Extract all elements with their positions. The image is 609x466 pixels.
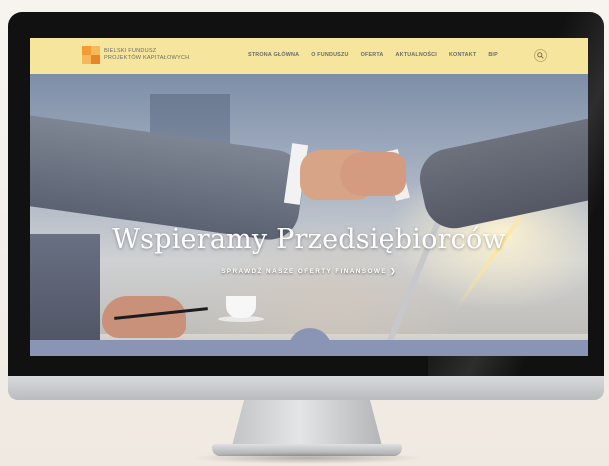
handshake-right-hand (340, 152, 406, 196)
screen: BIELSKI FUNDUSZ PROJEKTÓW KAPITAŁOWYCH S… (30, 38, 588, 356)
nav-item-kontakt[interactable]: KONTAKT (449, 52, 476, 58)
monitor-shadow (190, 452, 424, 464)
hero-cta-link[interactable]: SPRAWDŹ NASZE OFERTY FINANSOWE ❯ (30, 267, 588, 275)
coffee-cup (226, 296, 256, 318)
monitor-chin (8, 376, 604, 400)
brand-line-1: BIELSKI FUNDUSZ (104, 48, 157, 54)
search-button[interactable] (534, 49, 547, 62)
arrow-right-icon: ❯ (390, 268, 397, 275)
brand-name[interactable]: BIELSKI FUNDUSZ PROJEKTÓW KAPITAŁOWYCH (104, 48, 189, 61)
top-navbar: BIELSKI FUNDUSZ PROJEKTÓW KAPITAŁOWYCH S… (30, 38, 588, 74)
hero-banner (30, 74, 588, 356)
search-icon (537, 52, 544, 59)
nav-item-bip[interactable]: BIP (488, 52, 498, 58)
main-menu: STRONA GŁÓWNA O FUNDUSZU OFERTA AKTUALNO… (248, 52, 510, 58)
bottom-band (30, 340, 588, 356)
nav-item-oferta[interactable]: OFERTA (361, 52, 384, 58)
hero-headline: Wspieramy Przedsiębiorców (112, 224, 506, 255)
nav-item-aktualnosci[interactable]: AKTUALNOŚCI (396, 52, 437, 58)
hero-cta-label: SPRAWDŹ NASZE OFERTY FINANSOWE (221, 268, 387, 275)
nav-item-strona-glowna[interactable]: STRONA GŁÓWNA (248, 52, 299, 58)
right-arm-sleeve (414, 114, 588, 234)
brand-logo-icon[interactable] (82, 46, 100, 64)
brand-line-2: PROJEKTÓW KAPITAŁOWYCH (104, 54, 190, 61)
nav-item-o-funduszu[interactable]: O FUNDUSZU (311, 52, 348, 58)
monitor-stand-neck (232, 400, 382, 446)
